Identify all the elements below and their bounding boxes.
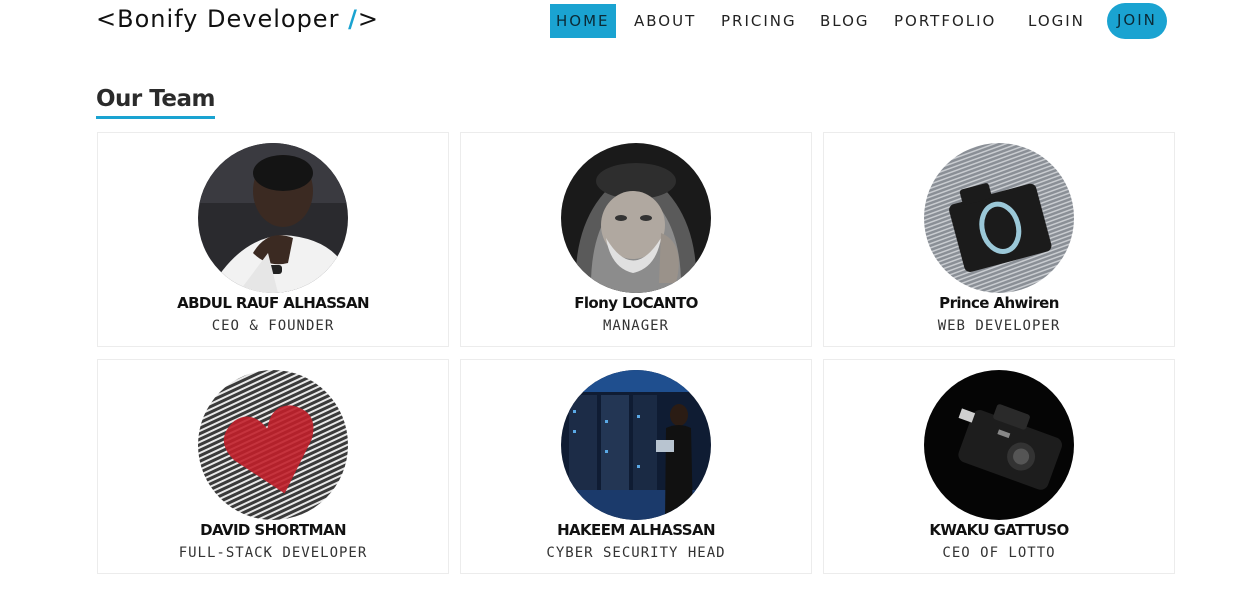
nav-pricing[interactable]: PRICING <box>721 4 797 38</box>
member-photo <box>561 370 711 520</box>
member-role: WEB DEVELOPER <box>937 318 1061 334</box>
brand-slash: / <box>348 5 358 33</box>
team-card: HAKEEM ALHASSAN CYBER SECURITY HEAD <box>460 359 812 574</box>
member-role: CEO OF LOTTO <box>942 545 1056 561</box>
member-role: CEO & FOUNDER <box>211 318 335 334</box>
member-role: CYBER SECURITY HEAD <box>546 545 726 561</box>
team-card: Flony LOCANTO MANAGER <box>460 132 812 347</box>
nav-portfolio[interactable]: PORTFOLIO <box>894 4 996 38</box>
member-photo <box>198 143 348 293</box>
member-role: FULL-STACK DEVELOPER <box>178 545 368 561</box>
member-name: DAVID SHORTMAN <box>200 521 346 539</box>
brand-close-bracket: > <box>357 5 379 33</box>
server-room-image <box>561 370 711 520</box>
nav-about[interactable]: ABOUT <box>634 4 696 38</box>
member-photo <box>561 143 711 293</box>
heart-binary-image <box>198 370 348 520</box>
team-card: Prince Ahwiren WEB DEVELOPER <box>823 132 1175 347</box>
member-photo <box>924 370 1074 520</box>
join-button[interactable]: JOIN <box>1107 3 1167 39</box>
brand-name: Bonify Developer <box>117 5 349 33</box>
member-name: ABDUL RAUF ALHASSAN <box>177 294 369 312</box>
nav-blog[interactable]: BLOG <box>820 4 870 38</box>
team-card: KWAKU GATTUSO CEO OF LOTTO <box>823 359 1175 574</box>
brand-open-bracket: < <box>96 5 118 33</box>
member-photo <box>924 143 1074 293</box>
team-card: DAVID SHORTMAN FULL-STACK DEVELOPER <box>97 359 449 574</box>
nav-login[interactable]: LOGIN <box>1028 4 1085 38</box>
old-man-image <box>561 143 711 293</box>
member-name: Flony LOCANTO <box>574 294 698 312</box>
member-role: MANAGER <box>602 318 669 334</box>
section-title: Our Team <box>96 86 216 119</box>
man-portrait-image <box>198 143 348 293</box>
member-photo <box>198 370 348 520</box>
camera-binary-image <box>924 143 1074 293</box>
brand-logo[interactable]: <Bonify Developer /> <box>96 5 379 33</box>
team-card: ABDUL RAUF ALHASSAN CEO & FOUNDER <box>97 132 449 347</box>
member-name: KWAKU GATTUSO <box>929 521 1069 539</box>
member-name: Prince Ahwiren <box>939 294 1059 312</box>
camera-dark-image <box>924 370 1074 520</box>
page: <Bonify Developer /> HOME ABOUT PRICING … <box>0 0 1257 597</box>
nav-home[interactable]: HOME <box>550 4 616 38</box>
member-name: HAKEEM ALHASSAN <box>557 521 715 539</box>
